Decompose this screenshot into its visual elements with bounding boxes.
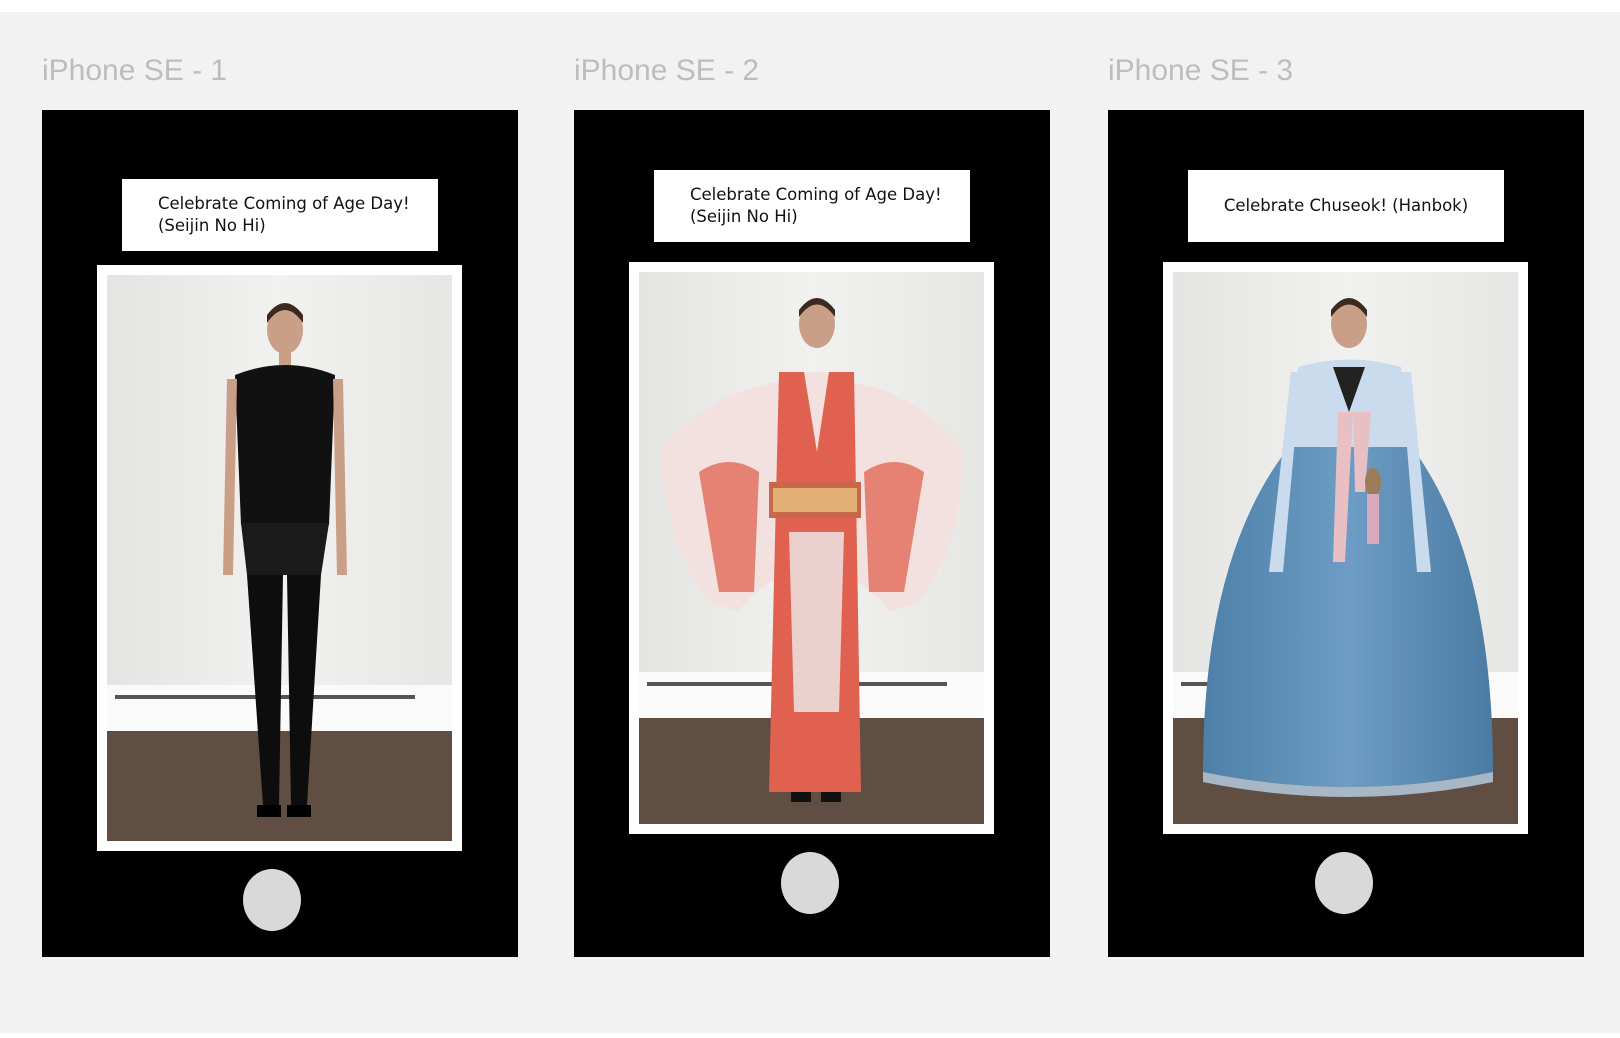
model-hanbok-photo xyxy=(1173,272,1518,824)
model-kimono-photo xyxy=(639,272,984,824)
model-black-outfit-photo xyxy=(107,275,452,841)
iphone-se-frame-3[interactable]: Celebrate Chuseok! (Hanbok) xyxy=(1108,110,1584,957)
iphone-se-frame-1[interactable]: Celebrate Coming of Age Day! (Seijin No … xyxy=(42,110,518,957)
iphone-se-frame-2[interactable]: Celebrate Coming of Age Day! (Seijin No … xyxy=(574,110,1050,957)
frame-label-2[interactable]: iPhone SE - 2 xyxy=(574,52,759,90)
photo-frame-2 xyxy=(629,262,994,834)
photo-frame-1 xyxy=(97,265,462,851)
home-button-2[interactable] xyxy=(781,852,839,914)
home-button-3[interactable] xyxy=(1315,852,1373,914)
caption-box-3: Celebrate Chuseok! (Hanbok) xyxy=(1188,170,1504,242)
home-button-1[interactable] xyxy=(243,869,301,931)
frame-label-1[interactable]: iPhone SE - 1 xyxy=(42,52,227,90)
frame-label-3[interactable]: iPhone SE - 3 xyxy=(1108,52,1293,90)
caption-box-1: Celebrate Coming of Age Day! (Seijin No … xyxy=(122,179,438,251)
canvas-bottom-edge xyxy=(0,1033,1620,1038)
canvas-top-edge xyxy=(0,0,1620,12)
caption-box-2: Celebrate Coming of Age Day! (Seijin No … xyxy=(654,170,970,242)
photo-frame-3 xyxy=(1163,262,1528,834)
